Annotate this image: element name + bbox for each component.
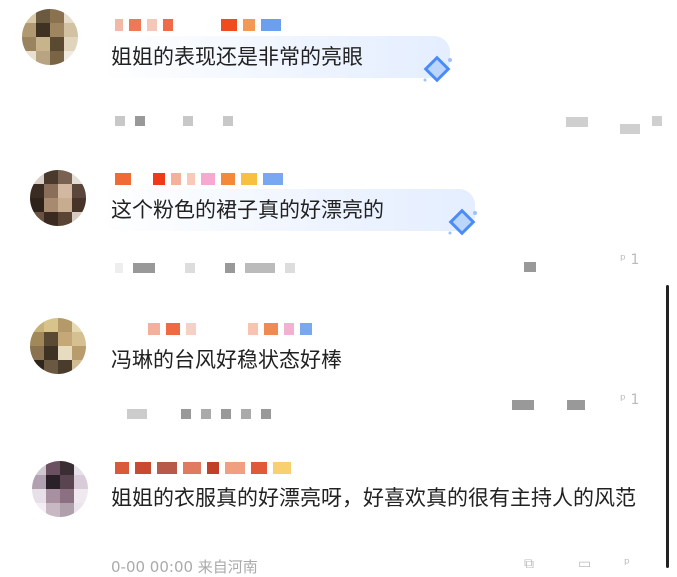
scrollbar[interactable] — [666, 285, 669, 568]
comment-feed: { "comments": [ { "text": "姐姐的表现还是非常的亮眼"… — [0, 0, 677, 576]
repost-action[interactable] — [524, 262, 536, 272]
reply-action[interactable] — [567, 400, 585, 410]
like-action[interactable]: ᵖ — [624, 556, 630, 572]
avatar[interactable] — [30, 318, 86, 374]
comment-meta — [115, 114, 233, 128]
comment-text: 这个粉色的裙子真的好漂亮的 — [111, 198, 384, 222]
like-action[interactable]: ᵖ 1 — [620, 252, 639, 268]
repost-action[interactable]: ⧉ — [524, 556, 534, 572]
diamond-badge-icon — [423, 55, 452, 83]
username-pixelated[interactable] — [115, 15, 281, 35]
like-action[interactable]: ᵖ 1 — [620, 392, 639, 408]
repost-action[interactable] — [512, 400, 534, 410]
comment-text: 姐姐的衣服真的好漂亮呀，好喜欢真的很有主持人的风范 — [111, 486, 636, 510]
comment-meta: 0-00 00:00 来自河南 — [111, 558, 258, 576]
avatar[interactable] — [32, 461, 88, 517]
repost-action[interactable] — [566, 117, 588, 127]
avatar[interactable] — [30, 170, 86, 226]
comment-text: 冯琳的台风好稳状态好棒 — [111, 348, 342, 372]
username-pixelated[interactable] — [115, 169, 283, 189]
username-pixelated[interactable] — [115, 458, 291, 478]
username-pixelated[interactable] — [148, 319, 312, 339]
like-action[interactable] — [652, 116, 662, 126]
comment-text: 姐姐的表现还是非常的亮眼 — [111, 45, 363, 69]
avatar[interactable] — [22, 9, 78, 65]
diamond-badge-icon — [448, 208, 477, 236]
reply-action[interactable]: ▭ — [578, 556, 591, 572]
comment-meta — [115, 261, 295, 275]
comment-meta — [127, 407, 271, 421]
reply-action[interactable] — [620, 124, 640, 134]
